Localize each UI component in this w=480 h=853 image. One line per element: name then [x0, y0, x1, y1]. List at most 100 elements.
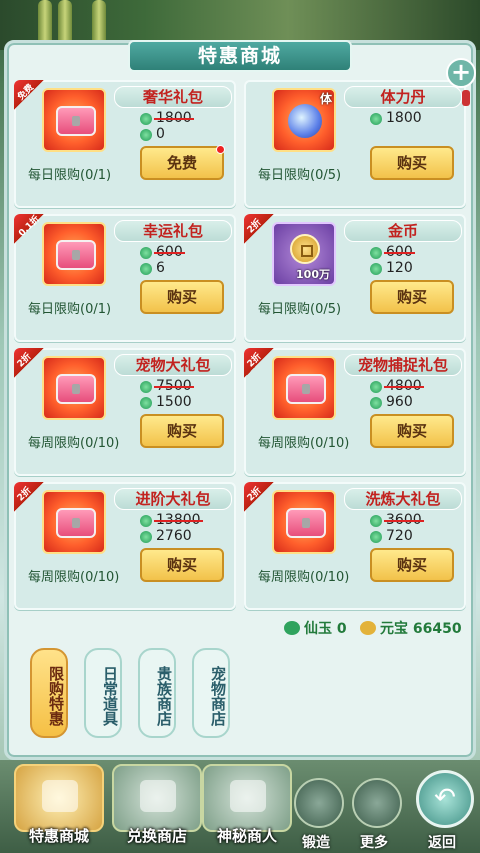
back-button[interactable]: ↶ — [416, 770, 474, 828]
jade-icon — [370, 247, 382, 259]
old-price: 13800 — [140, 512, 201, 528]
discount-badge: 0.1折 — [14, 214, 44, 244]
shop-card: 0.1折 幸运礼包 600 6 购买 每日限购(0/1) — [14, 214, 236, 342]
jade-icon — [140, 531, 152, 543]
merchant-icon — [230, 780, 266, 812]
forge-label: 锻造 — [302, 835, 330, 851]
discount-badge: 2折 — [244, 348, 274, 378]
notification-dot — [216, 145, 225, 154]
shop-card: 2折 洗炼大礼包 3600 720 购买 每周限购(0/10) — [244, 482, 466, 610]
jade-icon — [140, 397, 152, 409]
ingot-icon — [360, 621, 376, 635]
pagoda-icon — [42, 780, 78, 812]
gift-chest-icon[interactable] — [42, 88, 106, 152]
new-price: 1500 — [140, 394, 192, 410]
item-name: 进阶大礼包 — [114, 488, 232, 510]
discount-badge: 2折 — [244, 214, 274, 244]
jade-icon — [370, 263, 382, 275]
tassel-decor — [462, 90, 470, 106]
gift-chest-icon[interactable] — [272, 356, 336, 420]
exchange-shop-button[interactable]: 兑换商店 — [112, 764, 202, 850]
purchase-limit: 每日限购(0/1) — [28, 302, 112, 317]
buy-button[interactable]: 购买 — [370, 548, 454, 582]
jade-icon — [140, 515, 152, 527]
old-price: 7500 — [140, 378, 192, 394]
gift-chest-icon[interactable] — [42, 356, 106, 420]
buy-button[interactable]: 购买 — [370, 414, 454, 448]
close-button[interactable]: + — [446, 58, 476, 88]
gift-chest-icon[interactable] — [42, 222, 106, 286]
jade-icon — [140, 247, 152, 259]
item-name: 体力丹 — [344, 86, 462, 108]
old-price: 3600 — [370, 512, 422, 528]
new-price: 2760 — [140, 528, 192, 544]
item-name: 奢华礼包 — [114, 86, 232, 108]
more-icon[interactable] — [352, 778, 402, 828]
stamina-pill-icon[interactable]: 体 — [272, 88, 336, 152]
forge-icon[interactable] — [294, 778, 344, 828]
buy-button[interactable]: 购买 — [140, 414, 224, 448]
gold-coin-icon[interactable]: 100万 — [272, 222, 336, 286]
purchase-limit: 每日限购(0/5) — [258, 168, 342, 183]
item-name: 金币 — [344, 220, 462, 242]
item-name: 幸运礼包 — [114, 220, 232, 242]
free-button[interactable]: 免费 — [140, 145, 225, 180]
new-price: 720 — [370, 528, 413, 544]
item-name: 宠物捕捉礼包 — [344, 354, 462, 376]
buy-button[interactable]: 购买 — [140, 548, 224, 582]
purchase-limit: 每日限购(0/1) — [28, 168, 112, 183]
discount-badge: 2折 — [14, 348, 44, 378]
mystery-merchant-button[interactable]: 神秘商人 — [202, 764, 292, 850]
purchase-limit: 每周限购(0/10) — [258, 436, 350, 451]
more-label: 更多 — [360, 835, 388, 851]
gift-chest-icon[interactable] — [272, 490, 336, 554]
jade-icon — [370, 531, 382, 543]
old-price: 600 — [370, 244, 413, 260]
purchase-limit: 每周限购(0/10) — [28, 436, 120, 451]
new-price: 120 — [370, 260, 413, 276]
old-price: 4800 — [370, 378, 422, 394]
new-price: 960 — [370, 394, 413, 410]
tab-daily-items[interactable]: 日常道具 — [84, 648, 122, 738]
jade-icon — [370, 381, 382, 393]
buy-button[interactable]: 购买 — [370, 280, 454, 314]
special-shop-button[interactable]: 特惠商城 — [14, 764, 104, 850]
shop-card: 免费 奢华礼包 1800 0 免费 每日限购(0/1) — [14, 80, 236, 208]
back-label: 返回 — [428, 835, 456, 851]
tab-noble-shop[interactable]: 贵族商店 — [138, 648, 176, 738]
purchase-limit: 每周限购(0/10) — [28, 570, 120, 585]
jade-icon — [370, 397, 382, 409]
jade-icon — [140, 113, 152, 125]
new-price: 6 — [140, 260, 165, 276]
tab-pet-shop[interactable]: 宠物商店 — [192, 648, 230, 738]
price: 1800 — [370, 110, 422, 126]
purchase-limit: 每周限购(0/10) — [258, 570, 350, 585]
purchase-limit: 每日限购(0/5) — [258, 302, 342, 317]
old-price: 600 — [140, 244, 183, 260]
xianyu-balance: 仙玉 0 — [284, 618, 347, 638]
shop-card: 2折 进阶大礼包 13800 2760 购买 每周限购(0/10) — [14, 482, 236, 610]
jade-icon — [370, 515, 382, 527]
buy-button[interactable]: 购买 — [140, 280, 224, 314]
new-price: 0 — [140, 126, 165, 142]
shop-card: 2折 宠物大礼包 7500 1500 购买 每周限购(0/10) — [14, 348, 236, 476]
shop-card: 2折 100万 金币 600 120 购买 每日限购(0/5) — [244, 214, 466, 342]
item-name: 洗炼大礼包 — [344, 488, 462, 510]
discount-badge: 2折 — [14, 482, 44, 512]
jade-icon — [284, 621, 300, 635]
tab-limited-offer[interactable]: 限购特惠 — [30, 648, 68, 738]
discount-badge: 2折 — [244, 482, 274, 512]
jade-icon — [140, 381, 152, 393]
gift-chest-icon[interactable] — [42, 490, 106, 554]
jade-icon — [140, 129, 152, 141]
page-title: 特惠商城 — [128, 40, 352, 72]
shop-icon — [140, 780, 176, 812]
old-price: 1800 — [140, 110, 192, 126]
buy-button[interactable]: 购买 — [370, 146, 454, 180]
item-name: 宠物大礼包 — [114, 354, 232, 376]
jade-icon — [140, 263, 152, 275]
yuanbao-balance: 元宝 66450 — [360, 618, 462, 638]
shop-card: 2折 宠物捕捉礼包 4800 960 购买 每周限购(0/10) — [244, 348, 466, 476]
jade-icon — [370, 113, 382, 125]
back-arrow-icon: ↶ — [434, 783, 456, 813]
